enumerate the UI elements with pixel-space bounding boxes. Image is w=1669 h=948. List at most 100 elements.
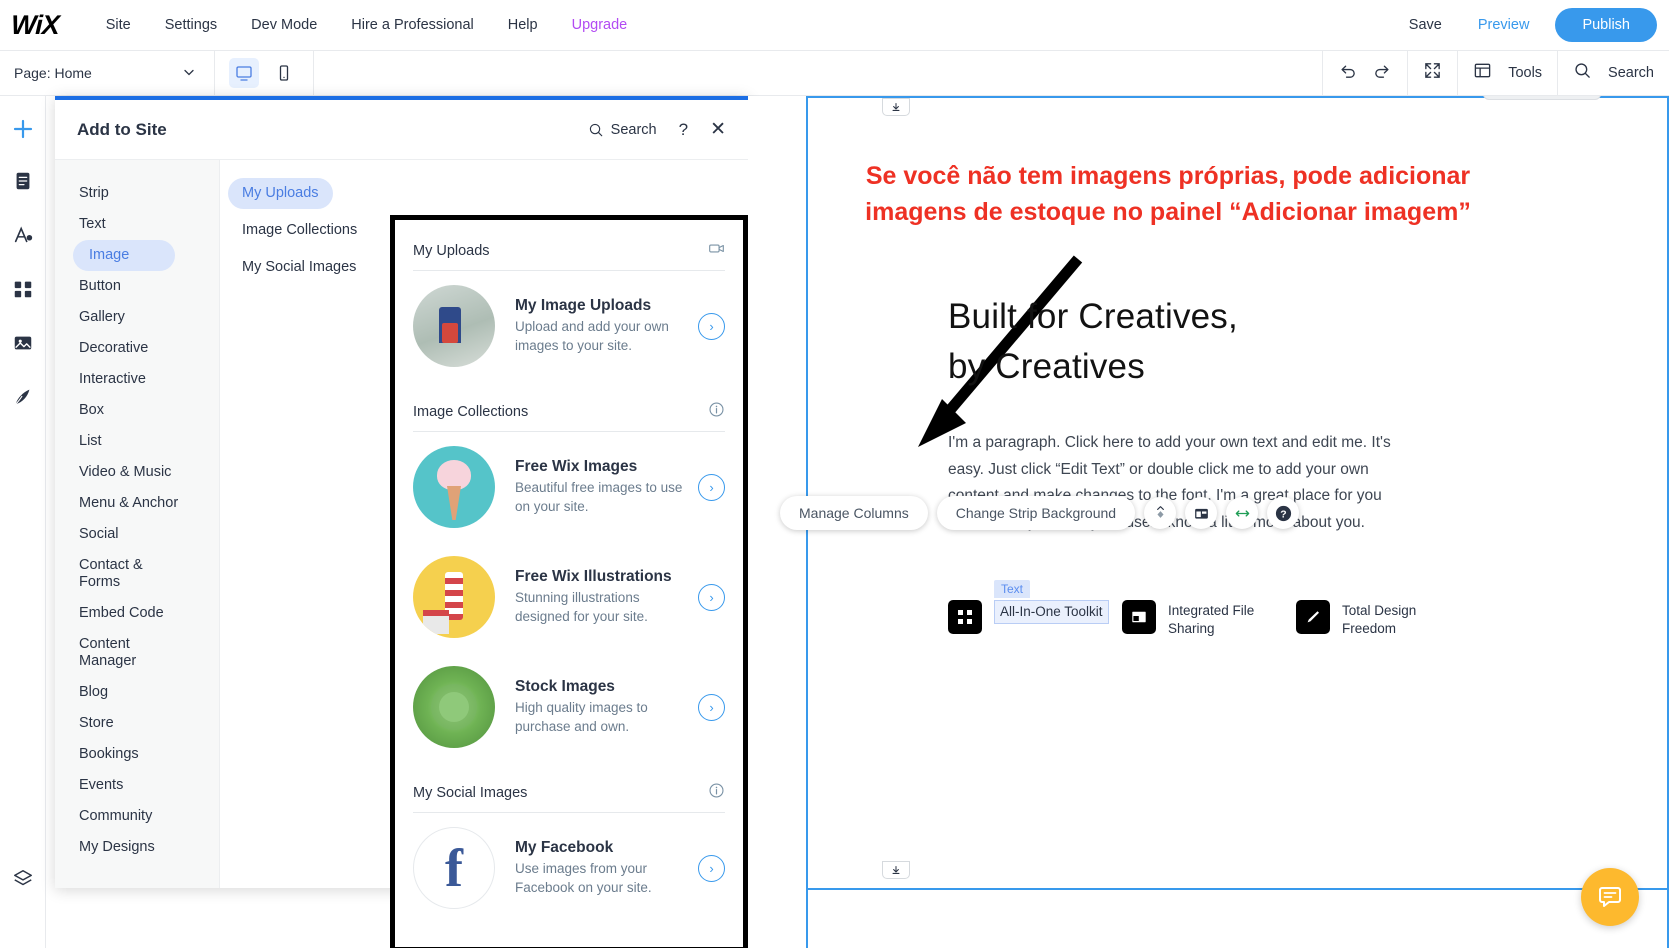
- selected-element-tag: Text: [994, 580, 1031, 598]
- category-video-music[interactable]: Video & Music: [55, 457, 185, 488]
- animation-icon[interactable]: [1144, 497, 1177, 529]
- section-title: My Uploads: [413, 243, 490, 259]
- layout-icon[interactable]: [1185, 497, 1218, 529]
- category-social[interactable]: Social: [55, 519, 185, 550]
- subcategory-image-collections[interactable]: Image Collections: [228, 215, 371, 246]
- menu-item-dev-mode[interactable]: Dev Mode: [234, 0, 334, 51]
- category-bookings[interactable]: Bookings: [55, 739, 185, 770]
- category-list[interactable]: List: [55, 426, 185, 457]
- category-text[interactable]: Text: [55, 209, 185, 240]
- panel-help-button[interactable]: ?: [679, 120, 688, 140]
- panel-title: Add to Site: [77, 119, 167, 139]
- close-icon[interactable]: ✕: [710, 120, 726, 139]
- add-elements-button[interactable]: [6, 112, 40, 146]
- search-icon: [1573, 61, 1592, 85]
- page-selector-label: Page: Home: [14, 65, 92, 81]
- list-item-my-image-uploads[interactable]: My Image Uploads Upload and add your own…: [395, 271, 743, 381]
- chevron-right-icon[interactable]: ›: [698, 473, 725, 501]
- rail-item-media[interactable]: [6, 326, 40, 360]
- list-item-title: My Image Uploads: [515, 297, 652, 314]
- category-interactive[interactable]: Interactive: [55, 364, 185, 395]
- rail-item-apps[interactable]: [6, 272, 40, 306]
- category-community[interactable]: Community: [55, 801, 185, 832]
- undo-icon[interactable]: [1338, 61, 1357, 85]
- lighthouse-thumb: [413, 556, 495, 638]
- category-events[interactable]: Events: [55, 770, 185, 801]
- subcategory-my-uploads[interactable]: My Uploads: [228, 178, 333, 209]
- chat-support-button[interactable]: [1581, 868, 1639, 926]
- page-heading-line-2: by Creatives: [948, 347, 1145, 386]
- search-button[interactable]: Search: [1557, 50, 1669, 96]
- category-contact-forms[interactable]: Contact & Forms: [55, 550, 185, 598]
- category-my-designs[interactable]: My Designs: [55, 832, 185, 863]
- list-item-free-wix-images[interactable]: Free Wix Images Beautiful free images to…: [395, 432, 743, 542]
- zoom-out-button[interactable]: [1407, 50, 1457, 96]
- ice-cream-thumb: [413, 446, 495, 528]
- menu-item-settings[interactable]: Settings: [148, 0, 234, 51]
- tools-button[interactable]: Tools: [1457, 50, 1557, 96]
- category-gallery[interactable]: Gallery: [55, 302, 185, 333]
- category-embed-code[interactable]: Embed Code: [55, 598, 185, 629]
- panel-category-list: Strip Text Image Button Gallery Decorati…: [55, 160, 220, 888]
- menu-item-hire-a-professional[interactable]: Hire a Professional: [334, 0, 491, 51]
- rail-item-blog[interactable]: [6, 380, 40, 414]
- video-camera-icon[interactable]: [708, 240, 725, 262]
- window-icon: [1122, 600, 1156, 634]
- section-title: Image Collections: [413, 404, 529, 420]
- redo-icon[interactable]: [1373, 61, 1392, 85]
- category-content-manager[interactable]: Content Manager: [55, 629, 185, 677]
- category-store[interactable]: Store: [55, 708, 185, 739]
- subcategory-my-social-images[interactable]: My Social Images: [228, 252, 370, 283]
- help-icon[interactable]: ?: [1267, 497, 1300, 529]
- list-item-desc: Beautiful free images to use on your sit…: [515, 480, 683, 514]
- menu-item-site[interactable]: Site: [89, 0, 148, 51]
- stretch-icon[interactable]: [1226, 497, 1259, 529]
- tools-icon: [1473, 61, 1492, 85]
- publish-button[interactable]: Publish: [1555, 8, 1657, 42]
- list-item-stock-images[interactable]: Stock Images High quality images to purc…: [395, 652, 743, 762]
- chevron-right-icon[interactable]: ›: [698, 312, 725, 340]
- category-blog[interactable]: Blog: [55, 677, 185, 708]
- manage-columns-button[interactable]: Manage Columns: [780, 496, 928, 530]
- strip-handle-top[interactable]: [882, 98, 910, 116]
- panel-search-button[interactable]: Search: [588, 122, 657, 138]
- list-item-text: My Image Uploads Upload and add your own…: [515, 297, 688, 355]
- feature-item-all-in-one-toolkit[interactable]: Text All-In-One Toolkit: [948, 580, 1122, 638]
- category-decorative[interactable]: Decorative: [55, 333, 185, 364]
- wix-logo[interactable]: WiX: [10, 10, 59, 41]
- feature-item-integrated-file-sharing[interactable]: Integrated File Sharing: [1122, 600, 1296, 638]
- page-heading[interactable]: Built for Creatives, by Creatives: [948, 292, 1238, 392]
- panel-header: Add to Site Search ? ✕: [55, 100, 748, 160]
- info-icon[interactable]: [708, 401, 725, 423]
- list-item-my-facebook[interactable]: f My Facebook Use images from your Faceb…: [395, 813, 743, 923]
- page-selector[interactable]: Page: Home: [0, 50, 215, 96]
- desktop-view-button[interactable]: [229, 58, 259, 88]
- undo-redo-group: [1322, 50, 1407, 96]
- category-button[interactable]: Button: [55, 271, 185, 302]
- feature-item-total-design-freedom[interactable]: Total Design Freedom: [1296, 600, 1470, 638]
- menu-item-upgrade[interactable]: Upgrade: [555, 0, 645, 51]
- preview-button[interactable]: Preview: [1460, 17, 1548, 33]
- chevron-right-icon[interactable]: ›: [698, 583, 725, 611]
- add-to-site-panel: Add to Site Search ? ✕ Strip Text Image …: [55, 96, 748, 948]
- menu-item-help[interactable]: Help: [491, 0, 555, 51]
- strip-handle-bottom[interactable]: [882, 861, 910, 879]
- category-box[interactable]: Box: [55, 395, 185, 426]
- rail-item-theme[interactable]: [6, 218, 40, 252]
- info-icon[interactable]: [708, 782, 725, 804]
- category-image[interactable]: Image: [73, 240, 175, 271]
- chevron-right-icon[interactable]: ›: [698, 854, 725, 882]
- rail-item-pages[interactable]: [6, 164, 40, 198]
- section-header-image-collections: Image Collections: [395, 381, 743, 431]
- list-item-title: Free Wix Images: [515, 458, 638, 475]
- list-item-desc: Upload and add your own images to your s…: [515, 319, 669, 353]
- category-menu-anchor[interactable]: Menu & Anchor: [55, 488, 185, 519]
- chevron-right-icon[interactable]: ›: [698, 693, 725, 721]
- change-strip-background-button[interactable]: Change Strip Background: [936, 496, 1136, 530]
- list-item-free-wix-illustrations[interactable]: Free Wix Illustrations Stunning illustra…: [395, 542, 743, 652]
- mobile-view-button[interactable]: [269, 58, 299, 88]
- save-button[interactable]: Save: [1391, 17, 1460, 33]
- category-strip[interactable]: Strip: [55, 178, 185, 209]
- feature-label: Integrated File Sharing: [1168, 603, 1255, 636]
- rail-item-layers[interactable]: [6, 862, 40, 896]
